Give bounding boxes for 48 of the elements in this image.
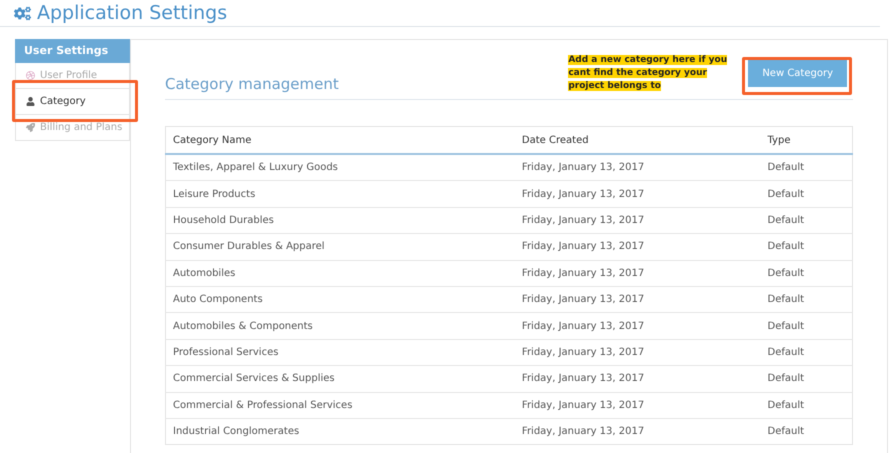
table-cell: Friday, January 13, 2017 bbox=[514, 392, 760, 418]
column-header: Type bbox=[760, 126, 852, 154]
callout-note: Add a new category here if you cant find the category your project belongs to bbox=[568, 54, 728, 93]
table-cell: Default bbox=[760, 260, 852, 286]
table-cell: Default bbox=[760, 312, 852, 340]
column-header: Date Created bbox=[514, 126, 760, 154]
rocket-icon bbox=[26, 123, 35, 132]
table-cell: Friday, January 13, 2017 bbox=[514, 339, 760, 366]
sidebar-heading: User Settings bbox=[15, 39, 130, 63]
table-cell: Friday, January 13, 2017 bbox=[514, 207, 760, 234]
table-cell: Commercial Services & Supplies bbox=[166, 366, 515, 392]
table-cell: Default bbox=[760, 180, 852, 208]
table-cell: Friday, January 13, 2017 bbox=[514, 260, 760, 286]
table-cell: Friday, January 13, 2017 bbox=[514, 286, 760, 313]
table-cell: Friday, January 13, 2017 bbox=[514, 366, 760, 392]
table-cell: Automobiles & Components bbox=[166, 312, 515, 340]
table-cell: Default bbox=[760, 392, 852, 418]
table-cell: Default bbox=[760, 154, 852, 181]
table-cell: Friday, January 13, 2017 bbox=[514, 312, 760, 340]
new-category-button[interactable]: New Category bbox=[748, 60, 847, 87]
table-cell: Friday, January 13, 2017 bbox=[514, 180, 760, 208]
table-cell: Friday, January 13, 2017 bbox=[514, 234, 760, 260]
page-title: Application Settings bbox=[37, 1, 228, 26]
table-cell: Textiles, Apparel & Luxury Goods bbox=[166, 154, 515, 181]
table-cell: Leisure Products bbox=[166, 180, 515, 208]
sidebar-label: Billing and Plans bbox=[40, 122, 122, 133]
user-icon bbox=[26, 97, 35, 106]
column-header: Category Name bbox=[166, 126, 515, 154]
table-cell: Industrial Conglomerates bbox=[166, 418, 515, 445]
gears-icon bbox=[14, 4, 31, 22]
table-cell: Consumer Durables & Apparel bbox=[166, 234, 515, 260]
section-title: Category management bbox=[165, 75, 339, 93]
sidebar-label: Category bbox=[40, 96, 86, 107]
sidebar-label: User Profile bbox=[40, 70, 98, 81]
table-cell: Default bbox=[760, 234, 852, 260]
table-cell: Default bbox=[760, 339, 852, 366]
table-cell: Default bbox=[760, 418, 852, 445]
table-cell: Default bbox=[760, 286, 852, 313]
table-cell: Automobiles bbox=[166, 260, 515, 286]
table-cell: Household Durables bbox=[166, 207, 515, 234]
table-cell: Professional Services bbox=[166, 339, 515, 366]
table-cell: Friday, January 13, 2017 bbox=[514, 154, 760, 181]
sidebar-item[interactable]: Category bbox=[15, 89, 130, 115]
table-cell: Friday, January 13, 2017 bbox=[514, 418, 760, 445]
table-cell: Default bbox=[760, 366, 852, 392]
table-cell: Default bbox=[760, 207, 852, 234]
table-cell: Auto Components bbox=[166, 286, 515, 313]
table-cell: Commercial & Professional Services bbox=[166, 392, 515, 418]
